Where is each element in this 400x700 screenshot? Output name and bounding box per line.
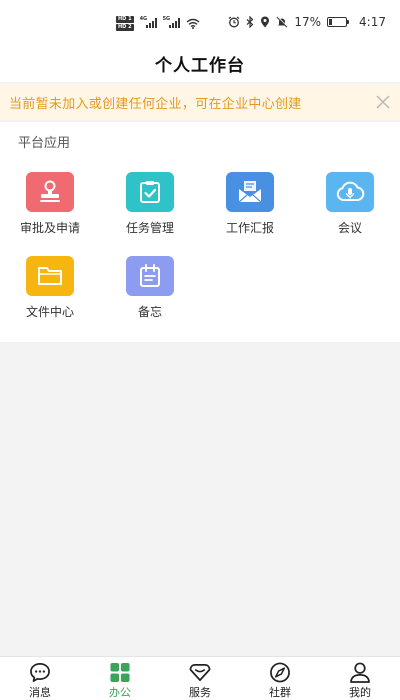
app-label: 工作汇报 [225,221,274,235]
memo-icon [126,256,174,296]
status-bar: HD 1 HD 2 4G 5G 17% 4:17 [0,0,400,44]
bottom-nav: 消息 办公 服务 社群 我的 [0,656,400,700]
nav-label: 办公 [109,686,131,699]
app-file-center[interactable]: 文件中心 [5,256,95,336]
notice-banner: 当前暂未加入或创建任何企业，可在企业中心创建 [0,84,400,120]
grid-icon [110,662,130,683]
app-label: 任务管理 [125,221,174,235]
signal-1-icon: 4G [140,16,157,28]
compass-icon [270,662,290,683]
nav-label: 社群 [269,686,291,699]
sim2-badge: HD 2 [116,23,134,31]
signal-2-icon: 5G [163,16,180,28]
status-left: HD 1 HD 2 4G 5G [116,14,200,32]
nav-profile[interactable]: 我的 [320,657,400,700]
nav-office[interactable]: 办公 [80,657,160,700]
app-label: 文件中心 [25,305,74,319]
location-icon [261,16,270,28]
chat-bubble-icon [30,663,50,682]
folder-icon [26,256,74,296]
app-label: 备忘 [137,305,162,319]
notice-text: 当前暂未加入或创建任何企业，可在企业中心创建 [9,96,302,112]
mute-icon [276,16,289,28]
page-header: 个人工作台 [0,44,400,82]
task-check-icon [126,172,174,212]
section-title: 平台应用 [18,136,71,151]
app-label: 审批及申请 [19,221,80,235]
nav-messages[interactable]: 消息 [0,657,80,700]
diamond-icon [189,664,211,681]
platform-apps-panel: 平台应用 审批及申请 任务管理 工作汇报 会议 文件中心 备忘 [0,122,400,342]
wifi-icon [186,18,200,29]
stamp-icon [26,172,74,212]
clock: 4:17 [359,15,386,29]
nav-label: 消息 [29,686,51,699]
nav-label: 我的 [349,686,371,699]
app-meeting[interactable]: 会议 [305,172,395,252]
status-right: 17% 4:17 [228,12,386,32]
alarm-icon [228,16,240,28]
app-work-report[interactable]: 工作汇报 [205,172,295,252]
nav-services[interactable]: 服务 [160,657,240,700]
app-memo[interactable]: 备忘 [105,256,195,336]
sim1-badge: HD 1 [116,15,134,23]
battery-icon [327,17,350,27]
cloud-mic-icon [326,172,374,212]
nav-community[interactable]: 社群 [240,657,320,700]
close-icon[interactable] [376,95,390,109]
page-title: 个人工作台 [155,55,245,76]
app-task-management[interactable]: 任务管理 [105,172,195,252]
person-icon [350,662,370,683]
envelope-icon [226,172,274,212]
battery-percent: 17% [294,15,322,29]
bluetooth-icon [246,16,254,28]
app-approval[interactable]: 审批及申请 [5,172,95,252]
app-label: 会议 [337,221,362,235]
nav-label: 服务 [189,686,211,699]
sim-badges: HD 1 HD 2 [116,15,134,31]
